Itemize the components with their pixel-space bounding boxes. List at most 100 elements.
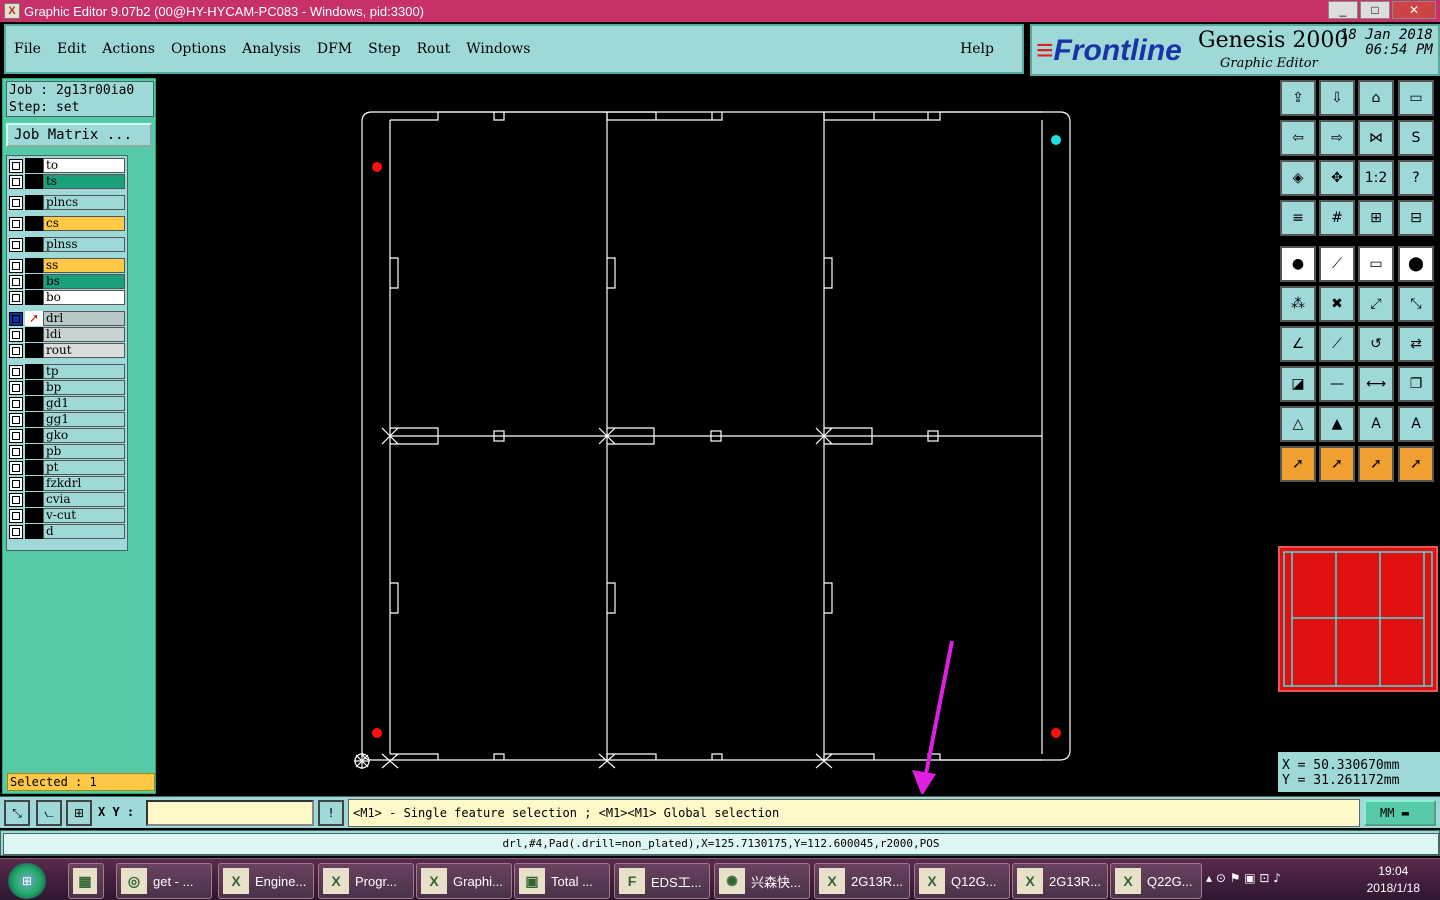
- graphic-canvas[interactable]: [156, 78, 1276, 796]
- tool-pan-left-icon[interactable]: ⇦: [1280, 120, 1316, 156]
- menu-actions[interactable]: Actions: [102, 41, 155, 57]
- layer-row-cs[interactable]: cs: [9, 216, 125, 231]
- layer-row-gd1[interactable]: gd1: [9, 396, 125, 411]
- menu-options[interactable]: Options: [171, 41, 226, 57]
- menu-dfm[interactable]: DFM: [317, 41, 352, 57]
- layer-checkbox[interactable]: [9, 158, 23, 173]
- snap-mode-icon[interactable]: ⤡: [4, 800, 30, 826]
- task-item[interactable]: X Q22G...: [1110, 863, 1202, 899]
- tool-connect-icon[interactable]: ⤢: [1358, 286, 1394, 322]
- layer-row-d[interactable]: d: [9, 524, 125, 539]
- tool-slash-icon[interactable]: ⟋: [1319, 326, 1355, 362]
- units-dropdown[interactable]: MM ▬: [1364, 800, 1436, 826]
- layer-row-v-cut[interactable]: v-cut: [9, 508, 125, 523]
- tool-ruler-icon[interactable]: ▭: [1358, 246, 1394, 282]
- tool-snap2-icon[interactable]: ⊟: [1398, 200, 1434, 236]
- layer-checkbox[interactable]: [9, 492, 23, 507]
- tool-help-icon[interactable]: ?: [1398, 160, 1434, 196]
- task-item[interactable]: X Graphi...: [416, 863, 512, 899]
- task-item[interactable]: ✺ 兴森快...: [714, 863, 810, 899]
- tool-select-path-icon[interactable]: ➚: [1398, 446, 1434, 482]
- layer-checkbox[interactable]: [9, 524, 23, 539]
- task-item[interactable]: ▣ Total ...: [514, 863, 610, 899]
- layer-row-ts[interactable]: ts: [9, 174, 125, 189]
- system-tray[interactable]: ▴ ⊙ ⚑ ▣ ⊡ ♪: [1206, 871, 1281, 885]
- close-button[interactable]: ✕: [1392, 1, 1436, 19]
- layer-checkbox[interactable]: [9, 343, 23, 358]
- layer-row-to[interactable]: to: [9, 158, 125, 173]
- layer-row-ldi[interactable]: ldi: [9, 327, 125, 342]
- layer-checkbox[interactable]: [9, 428, 23, 443]
- layer-row-gko[interactable]: gko: [9, 428, 125, 443]
- layer-row-drl[interactable]: ➚ drl: [9, 311, 125, 326]
- start-button[interactable]: ⊞: [8, 863, 46, 899]
- layer-row-rout[interactable]: rout: [9, 343, 125, 358]
- tool-triangle3-icon[interactable]: A: [1358, 406, 1394, 442]
- tool-zoom-down-icon[interactable]: ⇩: [1319, 80, 1355, 116]
- minimize-button[interactable]: _: [1328, 1, 1358, 19]
- job-matrix-button[interactable]: Job Matrix ...: [6, 123, 152, 147]
- layer-row-tp[interactable]: tp: [9, 364, 125, 379]
- tool-line-icon[interactable]: ⟋: [1319, 246, 1355, 282]
- snap-grid-icon[interactable]: ⊞: [66, 800, 92, 826]
- layer-checkbox[interactable]: [9, 174, 23, 189]
- tool-dot-icon[interactable]: ⬤: [1398, 246, 1434, 282]
- layer-row-fzkdrl[interactable]: fzkdrl: [9, 476, 125, 491]
- tool-minus-icon[interactable]: —: [1319, 366, 1355, 402]
- tool-zoom-home-icon[interactable]: ⇪: [1280, 80, 1316, 116]
- menu-windows[interactable]: Windows: [466, 41, 530, 57]
- xy-input[interactable]: [146, 800, 314, 826]
- tool-triangle2-icon[interactable]: ▲: [1319, 406, 1355, 442]
- tool-measure-icon[interactable]: ⟷: [1358, 366, 1394, 402]
- tool-snap-icon[interactable]: ⊞: [1358, 200, 1394, 236]
- task-item[interactable]: X Q12G...: [914, 863, 1010, 899]
- layer-row-gg1[interactable]: gg1: [9, 412, 125, 427]
- task-calculator-icon[interactable]: ▦: [68, 863, 104, 899]
- tool-select-icon[interactable]: ➚: [1280, 446, 1316, 482]
- tool-nodes-icon[interactable]: ⁂: [1280, 286, 1316, 322]
- layer-row-bp[interactable]: bp: [9, 380, 125, 395]
- layer-checkbox[interactable]: [9, 258, 23, 273]
- layer-checkbox[interactable]: [9, 396, 23, 411]
- layer-checkbox[interactable]: [9, 290, 23, 305]
- layer-checkbox[interactable]: [9, 216, 23, 231]
- menu-edit[interactable]: Edit: [57, 41, 86, 57]
- tool-pad-icon[interactable]: ●: [1280, 246, 1316, 282]
- layer-row-plncs[interactable]: plncs: [9, 195, 125, 210]
- layer-row-plnss[interactable]: plnss: [9, 237, 125, 252]
- tool-arc-icon[interactable]: ↺: [1358, 326, 1394, 362]
- layer-checkbox[interactable]: [9, 460, 23, 475]
- layer-checkbox[interactable]: [9, 412, 23, 427]
- tool-select-box-icon[interactable]: ➚: [1319, 446, 1355, 482]
- layer-row-bo[interactable]: bo: [9, 290, 125, 305]
- tool-cross-icon[interactable]: ✖: [1319, 286, 1355, 322]
- layer-checkbox[interactable]: [9, 237, 23, 252]
- tool-pan-right-icon[interactable]: ⇨: [1319, 120, 1355, 156]
- menu-analysis[interactable]: Analysis: [242, 41, 301, 57]
- tool-ratio-icon[interactable]: 1:2: [1358, 160, 1394, 196]
- layer-row-pb[interactable]: pb: [9, 444, 125, 459]
- layer-checkbox[interactable]: [9, 380, 23, 395]
- tool-angle-icon[interactable]: ∠: [1280, 326, 1316, 362]
- layer-checkbox[interactable]: [9, 476, 23, 491]
- tool-triangle-icon[interactable]: △: [1280, 406, 1316, 442]
- layer-checkbox[interactable]: [9, 364, 23, 379]
- menu-help[interactable]: Help: [960, 41, 994, 57]
- tool-grid-icon[interactable]: #: [1319, 200, 1355, 236]
- tool-center-icon[interactable]: ✥: [1319, 160, 1355, 196]
- layer-row-bs[interactable]: bs: [9, 274, 125, 289]
- menu-rout[interactable]: Rout: [417, 41, 451, 57]
- snap-angle-icon[interactable]: ⦦: [36, 800, 62, 826]
- menu-file[interactable]: File: [14, 41, 41, 57]
- tool-settings-icon[interactable]: ≡: [1280, 200, 1316, 236]
- layer-row-pt[interactable]: pt: [9, 460, 125, 475]
- task-item[interactable]: X Progr...: [318, 863, 414, 899]
- tool-select-circle-icon[interactable]: ➚: [1358, 446, 1394, 482]
- task-item[interactable]: X 2G13R...: [1012, 863, 1108, 899]
- layer-row-cvia[interactable]: cvia: [9, 492, 125, 507]
- layer-checkbox[interactable]: [9, 195, 23, 210]
- alert-button[interactable]: !: [318, 800, 344, 826]
- tool-mirror-icon[interactable]: ⋈: [1358, 120, 1394, 156]
- task-item[interactable]: X 2G13R...: [814, 863, 910, 899]
- layer-checkbox[interactable]: [9, 444, 23, 459]
